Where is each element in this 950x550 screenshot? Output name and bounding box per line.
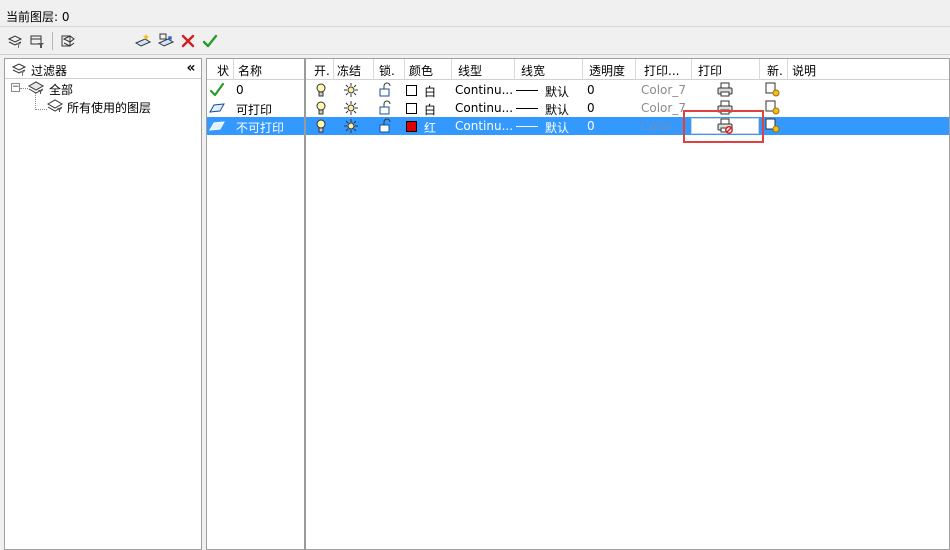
- column-status[interactable]: 状: [217, 62, 229, 79]
- color-name: 白: [424, 85, 437, 99]
- lightbulb-on-icon[interactable]: [313, 82, 329, 98]
- transparency-value[interactable]: 0: [587, 83, 595, 97]
- tree-expander[interactable]: −: [11, 83, 20, 92]
- layer-name: 可打印: [236, 103, 273, 117]
- layer-grid: 状 名称 开. 冻结 锁. 颜色 线型 线宽 透明度 打印... 打印 新. 说…: [206, 58, 950, 550]
- linetype-value[interactable]: Continu...: [455, 83, 513, 97]
- plot-cell-highlight: [683, 110, 764, 143]
- collapse-panel-button[interactable]: «: [183, 60, 199, 76]
- unlocked-icon[interactable]: [378, 82, 394, 98]
- sun-thawed-icon[interactable]: [343, 82, 359, 98]
- filter-title: 过滤器: [31, 64, 68, 78]
- layer-states-icon: [61, 35, 75, 47]
- color-swatch[interactable]: [406, 121, 417, 132]
- linetype-value[interactable]: Continu...: [455, 101, 513, 115]
- layers-filter-icon: [28, 81, 44, 94]
- color-name: 白: [424, 103, 437, 117]
- new-property-filter-button[interactable]: [5, 31, 25, 51]
- layer-icon: [209, 121, 225, 131]
- new-vp-freeze-icon[interactable]: [765, 82, 781, 98]
- delete-layer-button[interactable]: [178, 31, 198, 51]
- sun-thawed-icon[interactable]: [343, 100, 359, 116]
- tree-item-label: 所有使用的图层: [67, 101, 152, 115]
- new-layer-button[interactable]: [133, 31, 153, 51]
- tree-item-all-used[interactable]: 所有使用的图层: [47, 98, 197, 115]
- column-name[interactable]: 名称: [238, 62, 262, 79]
- property-filter-icon: [7, 35, 23, 48]
- delete-icon: [181, 34, 195, 48]
- filter-tree-header: 过滤器 «: [5, 59, 201, 79]
- column-plot-style[interactable]: 打印...: [644, 62, 679, 79]
- new-layer-frozen-icon: [158, 33, 174, 47]
- new-vp-freeze-icon[interactable]: [765, 118, 781, 134]
- plot-style-value: Color_7: [641, 83, 686, 97]
- column-lock[interactable]: 锁.: [379, 62, 395, 79]
- lightbulb-on-icon[interactable]: [313, 100, 329, 116]
- column-lineweight[interactable]: 线宽: [521, 62, 545, 79]
- column-color[interactable]: 颜色: [409, 62, 433, 79]
- new-vp-freeze-icon[interactable]: [765, 100, 781, 116]
- new-layer-vp-frozen-button[interactable]: [156, 31, 176, 51]
- checkmark-icon: [202, 34, 218, 48]
- layer-icon: [209, 103, 225, 113]
- column-new-vp-freeze[interactable]: 新.: [767, 62, 783, 79]
- table-row-selected[interactable]: 不可打印 红 Continu... 默认 0 Color_7: [207, 117, 949, 135]
- current-layer-check-icon: [209, 82, 225, 97]
- column-description[interactable]: 说明: [792, 62, 816, 79]
- filter-tree-pane: 过滤器 « − 全部 所有使用的图层: [4, 58, 202, 550]
- sun-thawed-icon[interactable]: [343, 118, 359, 134]
- lineweight-value[interactable]: 默认: [545, 101, 569, 118]
- group-filter-icon: [30, 35, 44, 48]
- column-transparency[interactable]: 透明度: [589, 62, 625, 79]
- current-layer-label: 当前图层: 0: [6, 10, 70, 24]
- tree-item-label: 全部: [49, 83, 74, 97]
- lightbulb-on-icon[interactable]: [313, 118, 329, 134]
- layer-name: 不可打印: [236, 121, 285, 135]
- column-plot[interactable]: 打印: [698, 62, 722, 79]
- filter-icon: [11, 63, 27, 76]
- color-name: 红: [424, 121, 437, 135]
- layer-name: 0: [236, 83, 244, 97]
- tree-item-all[interactable]: − 全部: [11, 81, 191, 97]
- printer-icon[interactable]: [717, 82, 733, 98]
- color-swatch[interactable]: [406, 103, 417, 114]
- status-bar: 当前图层: 0: [0, 0, 950, 27]
- linetype-value[interactable]: Continu...: [455, 119, 513, 133]
- frozen-column-divider: [304, 59, 306, 550]
- new-group-filter-button[interactable]: [27, 31, 47, 51]
- toolbar: [0, 27, 950, 55]
- new-layer-icon: [135, 34, 151, 47]
- transparency-value[interactable]: 0: [587, 101, 595, 115]
- plot-style-value: Color_7: [641, 119, 686, 133]
- lineweight-value[interactable]: 默认: [545, 119, 569, 136]
- table-row[interactable]: 0 白 Continu... 默认 0 Color_7: [207, 81, 949, 99]
- color-swatch[interactable]: [406, 85, 417, 96]
- unlocked-icon[interactable]: [378, 118, 394, 134]
- plot-style-value: Color_7: [641, 101, 686, 115]
- set-current-button[interactable]: [200, 31, 220, 51]
- layer-properties-manager: 当前图层: 0 过滤器 « − 全部 所有使用的图层 状 名称 开. 冻结 锁.…: [0, 0, 950, 550]
- filter-icon: [47, 99, 63, 112]
- unlocked-icon[interactable]: [378, 100, 394, 116]
- column-on[interactable]: 开.: [314, 62, 330, 79]
- transparency-value[interactable]: 0: [587, 119, 595, 133]
- column-linetype[interactable]: 线型: [458, 62, 482, 79]
- lineweight-value[interactable]: 默认: [545, 83, 569, 100]
- table-row[interactable]: 可打印 白 Continu... 默认 0 Color_7: [207, 99, 949, 117]
- layer-states-manager-button[interactable]: [58, 31, 78, 51]
- grid-header: 状 名称 开. 冻结 锁. 颜色 线型 线宽 透明度 打印... 打印 新. 说…: [207, 59, 949, 80]
- column-freeze[interactable]: 冻结: [337, 62, 361, 79]
